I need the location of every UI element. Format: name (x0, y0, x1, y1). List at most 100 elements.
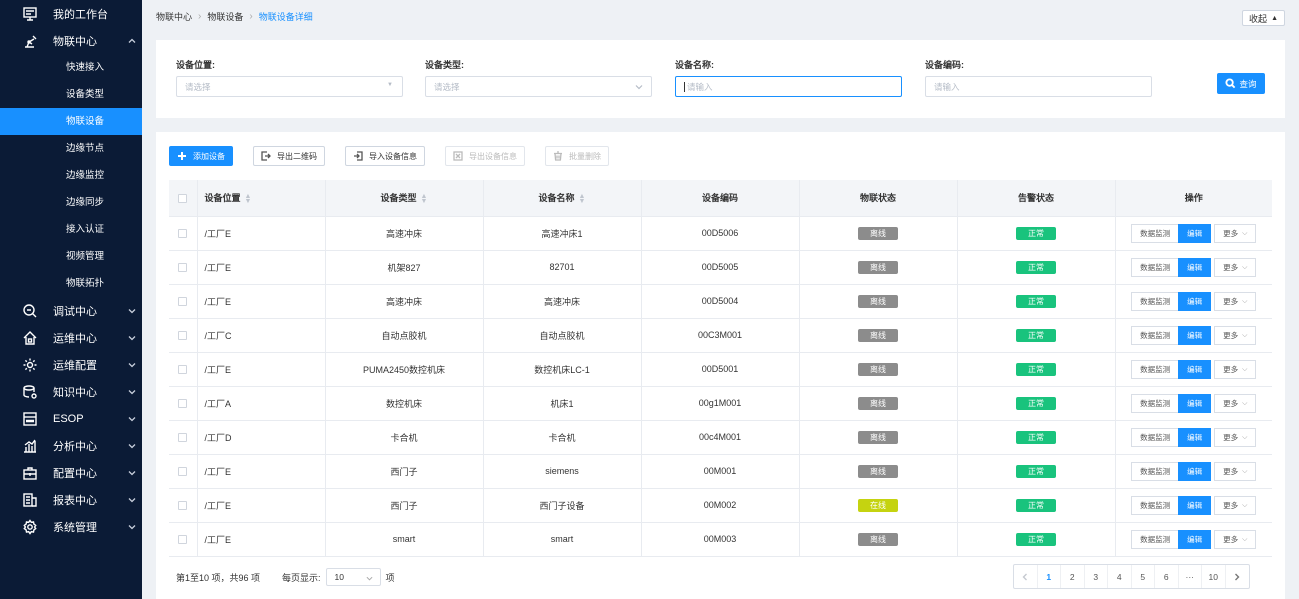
import-info-button[interactable]: 导入设备信息 (345, 146, 425, 166)
edit-button[interactable]: 编辑 (1178, 223, 1212, 243)
nav-item-ops-center[interactable]: 运维中心 (0, 324, 142, 351)
export-qr-button[interactable]: 导出二维码 (253, 146, 325, 166)
cell-code: 00D5006 (641, 215, 800, 250)
page-button[interactable]: 2 (1061, 565, 1085, 588)
cell-iot-status: 离线 (799, 453, 958, 488)
more-dropdown[interactable]: 更多 ⌵ (1214, 529, 1257, 549)
code-input[interactable]: 请输入 (925, 76, 1152, 97)
sub-item-device-type[interactable]: 设备类型 (0, 81, 142, 108)
sub-item-iot-topology[interactable]: 物联拓扑 (0, 270, 142, 297)
nav-item-debug-center[interactable]: 调试中心 (0, 297, 142, 324)
row-checkbox[interactable] (178, 297, 188, 307)
edit-button[interactable]: 编辑 (1178, 393, 1212, 413)
more-dropdown[interactable]: 更多 ⌵ (1214, 325, 1257, 345)
next-page-button[interactable] (1226, 565, 1250, 588)
edit-button[interactable]: 编辑 (1178, 529, 1212, 549)
edit-button[interactable]: 编辑 (1178, 495, 1212, 515)
monitor-button[interactable]: 数据监测 (1131, 461, 1180, 481)
monitor-button[interactable]: 数据监测 (1131, 291, 1180, 311)
page-button[interactable]: 4 (1108, 565, 1132, 588)
nav-item-config-center[interactable]: 配置中心 (0, 459, 142, 486)
page-button[interactable]: 6 (1155, 565, 1179, 588)
sub-item-video[interactable]: 视频管理 (0, 243, 142, 270)
location-select[interactable]: 请选择 ▼ (176, 76, 403, 97)
row-checkbox[interactable] (178, 535, 188, 545)
sub-item-edge-sync[interactable]: 边缘同步 (0, 189, 142, 216)
nav-item-system-admin[interactable]: 系统管理 (0, 513, 142, 540)
toolbar: 添加设备 导出二维码 导入设备信息 导出设备信息 批量删除 (169, 146, 629, 166)
sub-item-quick-access[interactable]: 快速接入 (0, 54, 142, 81)
edit-button[interactable]: 编辑 (1178, 257, 1212, 277)
chevron-down-icon: ⌵ (1242, 501, 1248, 509)
page-button[interactable]: 3 (1085, 565, 1108, 588)
more-dropdown[interactable]: 更多 ⌵ (1214, 393, 1257, 413)
more-dropdown[interactable]: 更多 ⌵ (1214, 427, 1257, 447)
breadcrumb-iot-device[interactable]: 物联设备 (207, 10, 243, 23)
select-all-checkbox[interactable] (178, 193, 188, 203)
cell-actions: 数据监测 编辑 更多 ⌵ (1115, 385, 1272, 420)
name-input[interactable]: 请输入 (675, 76, 902, 97)
type-select[interactable]: 请选择 (425, 76, 652, 97)
monitor-button[interactable]: 数据监测 (1131, 495, 1180, 515)
add-device-button[interactable]: 添加设备 (169, 146, 233, 166)
monitor-button[interactable]: 数据监测 (1131, 325, 1180, 345)
monitor-button[interactable]: 数据监测 (1131, 529, 1180, 549)
row-checkbox[interactable] (178, 229, 188, 239)
cell-location: /工厂E (197, 249, 326, 284)
column-header-type[interactable]: 设备类型 ▲ ▼ (325, 180, 484, 216)
sub-item-edge-monitor[interactable]: 边缘监控 (0, 162, 142, 189)
breadcrumb-iot-center[interactable]: 物联中心 (156, 10, 192, 23)
batch-delete-button[interactable]: 批量删除 (545, 146, 609, 166)
edit-button[interactable]: 编辑 (1178, 359, 1212, 379)
monitor-button[interactable]: 数据监测 (1131, 359, 1180, 379)
monitor-button[interactable]: 数据监测 (1131, 393, 1180, 413)
more-dropdown[interactable]: 更多 ⌵ (1214, 291, 1257, 311)
sub-item-iot-device[interactable]: 物联设备 (0, 108, 142, 135)
page-size-select[interactable]: 10 (325, 568, 381, 586)
page-button[interactable]: 5 (1132, 565, 1155, 588)
more-dropdown[interactable]: 更多 ⌵ (1214, 495, 1257, 515)
sub-item-access-auth[interactable]: 接入认证 (0, 216, 142, 243)
column-header-label: 设备名称 (538, 193, 575, 204)
caret-up-icon: ▲ (1271, 14, 1278, 22)
export-info-button[interactable]: 导出设备信息 (445, 146, 525, 166)
page-button[interactable]: 10 (1202, 565, 1226, 588)
column-header-name[interactable]: 设备名称 ▲ ▼ (483, 180, 642, 216)
nav-item-ops-config[interactable]: 运维配置 (0, 351, 142, 378)
edit-button[interactable]: 编辑 (1178, 427, 1212, 447)
column-header-location[interactable]: 设备位置 ▲ ▼ (197, 180, 326, 216)
page-ellipsis[interactable]: ··· (1179, 565, 1202, 588)
more-dropdown[interactable]: 更多 ⌵ (1214, 223, 1257, 243)
monitor-button[interactable]: 数据监测 (1131, 427, 1180, 447)
iot-status-badge: 离线 (858, 430, 898, 444)
nav-item-report-center[interactable]: 报表中心 (0, 486, 142, 513)
edit-button[interactable]: 编辑 (1178, 291, 1212, 311)
prev-page-button[interactable] (1014, 565, 1038, 588)
monitor-button[interactable]: 数据监测 (1131, 223, 1180, 243)
more-dropdown[interactable]: 更多 ⌵ (1214, 461, 1257, 481)
chevron-down-icon: ⌵ (1242, 535, 1248, 543)
row-checkbox[interactable] (178, 331, 188, 341)
nav-item-analysis-center[interactable]: 分析中心 (0, 432, 142, 459)
edit-button[interactable]: 编辑 (1178, 325, 1212, 345)
row-checkbox[interactable] (178, 399, 188, 409)
more-dropdown[interactable]: 更多 ⌵ (1214, 359, 1257, 379)
nav-item-knowledge-center[interactable]: 知识中心 (0, 378, 142, 405)
row-checkbox[interactable] (178, 365, 188, 375)
nav-item-workbench[interactable]: 我的工作台 (0, 0, 142, 27)
monitor-button[interactable]: 数据监测 (1131, 257, 1180, 277)
row-checkbox[interactable] (178, 263, 188, 273)
edit-button[interactable]: 编辑 (1178, 461, 1212, 481)
collapse-button[interactable]: 收起 ▲ (1242, 10, 1285, 26)
nav-item-iot-center[interactable]: 物联中心 (0, 27, 142, 54)
row-checkbox[interactable] (178, 433, 188, 443)
query-button[interactable]: 查询 (1217, 73, 1265, 94)
chevron-down-icon: ⌵ (1242, 263, 1248, 271)
page-button[interactable]: 1 (1038, 565, 1061, 588)
sub-item-edge-node[interactable]: 边缘节点 (0, 135, 142, 162)
more-dropdown[interactable]: 更多 ⌵ (1214, 257, 1257, 277)
row-checkbox[interactable] (178, 467, 188, 477)
nav-item-esop[interactable]: ESOP (0, 405, 142, 432)
cell-iot-status: 离线 (799, 521, 958, 557)
row-checkbox[interactable] (178, 501, 188, 511)
